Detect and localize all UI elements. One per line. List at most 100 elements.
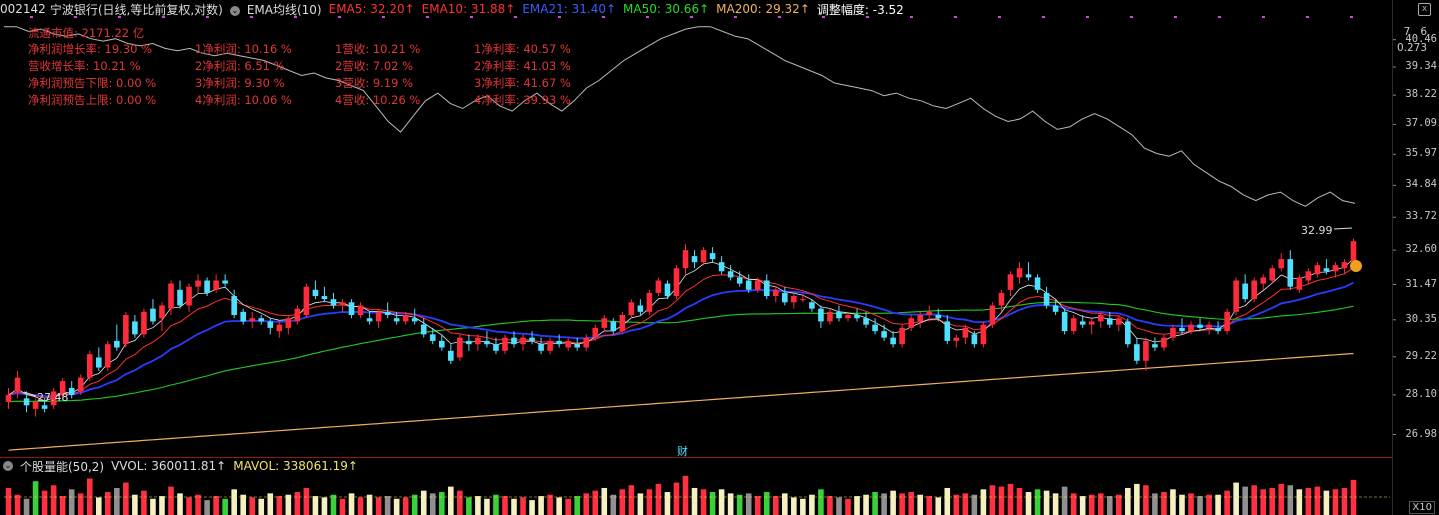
volume-bar [845, 498, 851, 515]
candle-body [782, 292, 788, 303]
volume-bar [854, 496, 860, 515]
ma200-value: MA200: 29.32↑ [716, 2, 810, 16]
volume-bar [1170, 489, 1176, 515]
candle-body [312, 289, 319, 297]
volume-bar [1323, 490, 1330, 515]
volume-bar [348, 493, 355, 515]
volume-scale-label[interactable]: X10 [1409, 501, 1435, 514]
volume-bar [1125, 487, 1131, 515]
candle-body [953, 337, 960, 341]
candle-body [962, 327, 969, 338]
y-tick-label: 28.10 [1405, 387, 1437, 400]
ema10-line [8, 267, 1354, 399]
candle-body [41, 405, 48, 409]
volume-bar [14, 494, 21, 515]
stock-name[interactable]: 宁波银行 [50, 1, 98, 18]
volume-bar [881, 493, 887, 515]
candle-body [700, 250, 707, 263]
volume-bar [782, 493, 788, 515]
candle-body [222, 280, 228, 284]
candle-body [267, 321, 274, 328]
volume-bar [1034, 489, 1041, 515]
candle-body [1125, 321, 1131, 345]
adjust-value: 调整幅度: -3.52 [816, 2, 904, 17]
volume-bar [484, 498, 490, 515]
ema10-value: EMA10: 31.88↑ [421, 2, 516, 16]
volume-bar [926, 496, 933, 515]
volume-bar [204, 500, 210, 515]
volume-bar [186, 497, 192, 515]
candle-body [204, 280, 210, 293]
fund-col2-row-0: 1净利润: 10.16 % [195, 42, 292, 56]
candle-body [105, 344, 111, 368]
candle-body [86, 354, 93, 378]
indicator-toggle[interactable]: ⌄ [229, 2, 247, 16]
candle-body [14, 377, 21, 392]
candle-body [1007, 274, 1014, 290]
volume-title[interactable]: 个股量能(50,2) [20, 458, 104, 475]
volume-bar [168, 486, 174, 515]
volume-bar [1305, 487, 1312, 515]
volume-bar [610, 494, 617, 515]
volume-bar [836, 497, 842, 515]
candle-body [375, 311, 382, 322]
candle-body [836, 311, 842, 319]
ema21-value: EMA21: 31.40↑ [522, 2, 617, 16]
volume-bar [330, 494, 337, 515]
candle-body [1043, 292, 1050, 306]
volume-bar [962, 493, 969, 515]
candle-body [583, 337, 590, 348]
chevron-down-icon[interactable]: ⌄ [3, 461, 13, 471]
volume-bar [538, 496, 544, 515]
volume-bar [41, 490, 48, 515]
volume-bar [971, 494, 978, 515]
volume-bar [448, 486, 454, 515]
candle-body [1269, 268, 1276, 281]
volume-bar [267, 493, 274, 515]
volume-bar [1260, 489, 1267, 515]
candle-body [1242, 283, 1248, 300]
y-tick-label: 35.97 [1405, 147, 1437, 160]
candle-body [926, 311, 933, 316]
volume-bar [502, 496, 508, 515]
fund-col4-row-3: 4净利率: 39.93 % [474, 93, 571, 107]
indicator-name[interactable]: EMA均线(10) [247, 1, 322, 18]
candle-body [1314, 265, 1321, 275]
volume-bar [998, 486, 1005, 515]
volume-bar [791, 497, 797, 515]
volume-bar [944, 487, 951, 515]
volume-bar [691, 487, 698, 515]
candle-body [1188, 324, 1194, 332]
candle-body [574, 344, 580, 348]
ma50-value: MA50: 30.66↑ [623, 2, 710, 16]
ema5-value: EMA5: 32.20↑ [328, 2, 415, 16]
candle-body [763, 280, 770, 297]
candle-body [150, 308, 156, 322]
candle-body [330, 299, 337, 306]
candle-body [547, 340, 553, 351]
event-marker[interactable]: 财 [677, 443, 688, 459]
volume-bar [1188, 493, 1194, 515]
y-tick-label: 29.22 [1405, 349, 1437, 362]
fund-col2-row-2: 3净利润: 9.30 % [195, 76, 285, 90]
candle-body [511, 337, 517, 345]
volume-bar [899, 493, 905, 515]
y-tick-label: 38.22 [1405, 88, 1437, 101]
candle-body [908, 318, 914, 328]
volume-bar [59, 496, 66, 515]
candle-body [1305, 271, 1312, 281]
candle-body [872, 324, 878, 332]
candle-body [141, 311, 147, 335]
volume-bar [763, 492, 770, 515]
volume-bar [655, 483, 662, 515]
volume-bar [917, 494, 924, 515]
volume-bar [457, 490, 463, 515]
volume-bar [1332, 489, 1339, 515]
volume-bar [592, 490, 599, 515]
chevron-down-icon[interactable]: ⌄ [229, 6, 240, 16]
volume-bar [1070, 493, 1077, 515]
volume-bar [628, 485, 635, 515]
volume-bar [547, 494, 553, 515]
volume-bar [222, 498, 228, 515]
volume-bar [339, 498, 346, 515]
